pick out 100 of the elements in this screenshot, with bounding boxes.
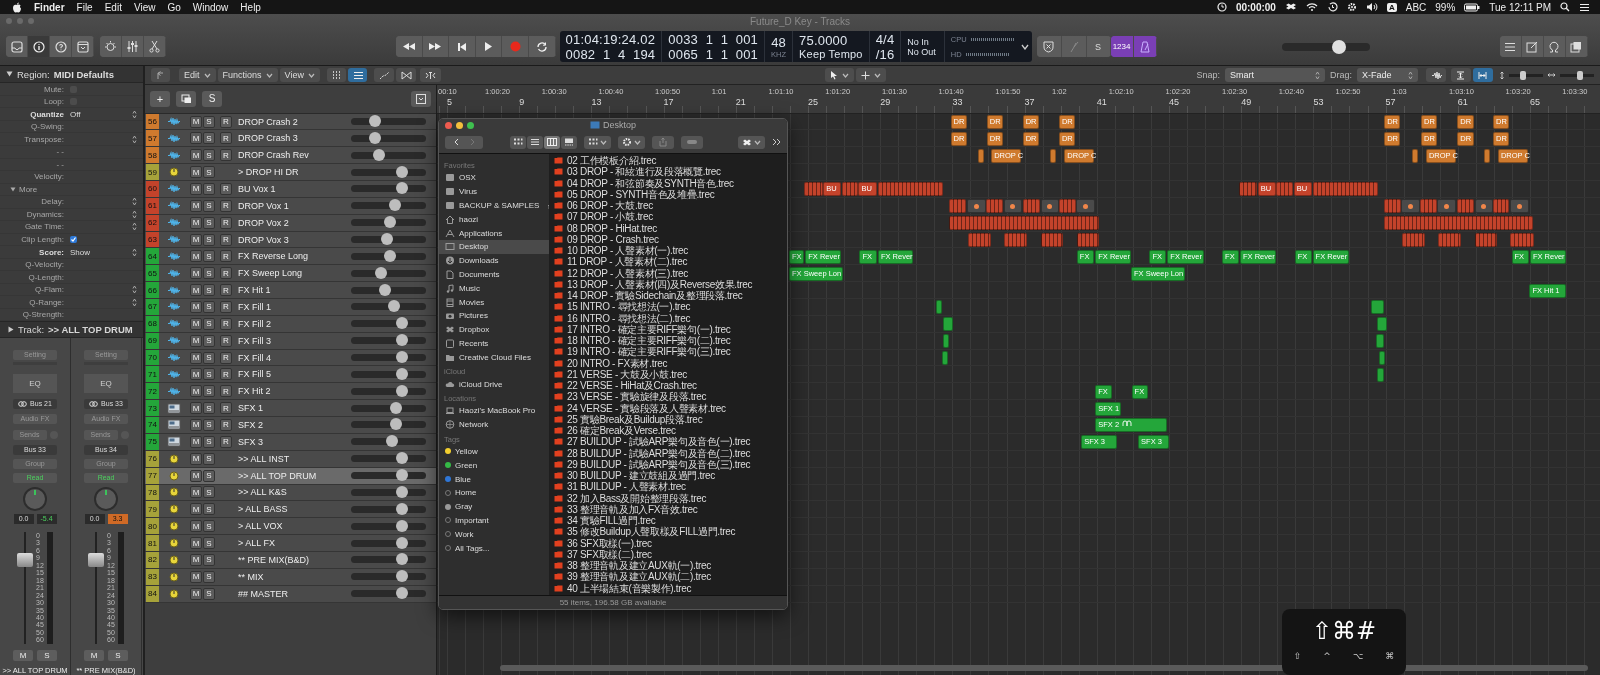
track-header[interactable]: 58 M S R DROP Crash Rev [145,147,436,165]
mute-button[interactable]: M [190,233,202,246]
mute-button[interactable]: M [190,587,202,600]
clock-text[interactable]: Tue 12:11 PM [1489,1,1551,13]
solo-button[interactable]: S [203,553,215,566]
file-row[interactable]: 23 VERSE - 實驗旋律及段落.trec [549,391,787,403]
sidebar-item[interactable]: Recents [439,336,549,351]
sidebar-item[interactable]: Haozi's MacBook Pro [439,403,549,418]
file-row[interactable]: 13 DROP - 人聲素材(四)及Reverse效果.trec [549,278,787,290]
solo-button[interactable]: S [203,385,215,398]
input-label[interactable]: No In [907,36,938,47]
sidebar-item[interactable]: Downloads [439,253,549,268]
file-row[interactable]: 28 BUILDUP - 試驗ARP樂句及音色(二).trec [549,447,787,459]
solo-button[interactable]: S [203,300,215,313]
file-row[interactable]: 12 DROP - 人聲素材(三).trec [549,267,787,279]
mute-button[interactable]: M [190,250,202,263]
file-row[interactable]: 14 DROP - 實驗Sidechain及整理段落.trec [549,290,787,302]
solo-button[interactable]: S [203,115,215,128]
tempo-value[interactable]: 75.0000 [799,33,863,48]
sidebar-item[interactable]: Pictures [439,308,549,323]
mute-button[interactable]: M [84,649,104,661]
file-row[interactable]: 35 修改Buildup人聲取樣及FILL過門.trec [549,526,787,538]
file-row[interactable]: 40 上半場結束(音樂製作).trec [549,582,787,594]
count-in-button[interactable]: 1234 [1110,36,1134,57]
mute-button[interactable]: M [190,503,202,516]
param-value[interactable]: Show [70,247,132,257]
mute-button[interactable]: M [190,182,202,195]
mute-button[interactable]: M [190,149,202,162]
solo-button[interactable]: S [37,649,57,661]
track-header[interactable]: 64 M S R FX Reverse Long [145,248,436,266]
drag-select[interactable]: X-Fade [1357,68,1418,82]
mute-button[interactable]: M [190,553,202,566]
solo-button[interactable]: S [203,233,215,246]
record-enable-button[interactable]: R [220,334,232,347]
mute-button[interactable]: M [190,452,202,465]
solo-button[interactable]: S [203,334,215,347]
mute-button[interactable]: M [190,334,202,347]
menu-item[interactable]: Help [240,1,261,13]
mute-button[interactable]: M [190,368,202,381]
solo-button[interactable]: S [203,182,215,195]
file-row[interactable]: 36 SFX取樣(一).trec [549,537,787,549]
solo-button[interactable]: S [203,351,215,364]
track-header[interactable]: 81 M S > ALL FX [145,535,436,552]
file-row[interactable]: 32 加入Bass及開始整理段落.trec [549,492,787,504]
tempo-mode[interactable]: Keep Tempo [799,48,863,60]
sidebar-item[interactable]: Blue [439,472,549,486]
file-row[interactable]: 07 DROP - 小鼓.trec [549,211,787,223]
locator-end[interactable]: 0065 1 1 001 [668,46,759,62]
file-row[interactable]: 19 INTRO - 確定主要RIFF樂句(三).trec [549,346,787,358]
solo-button[interactable]: S [203,419,215,431]
mute-button[interactable]: M [13,649,33,661]
file-row[interactable]: 04 DROP - 和弦節奏及SYNTH音色.trec [549,177,787,189]
sidebar-item[interactable]: Green [439,458,549,473]
solo-button[interactable]: S [203,520,215,533]
file-row[interactable]: 20 INTRO - FX素材.trec [549,357,787,369]
file-row[interactable]: 25 實驗Break及Buildup段落.trec [549,413,787,425]
record-enable-button[interactable]: R [220,115,232,128]
sidebar-item[interactable]: Dropbox [439,322,549,337]
mute-button[interactable]: M [190,570,202,583]
mute-button[interactable]: M [190,267,202,280]
solo-button[interactable]: S [203,587,215,600]
add-track-button[interactable]: + [150,90,170,107]
record-enable-button[interactable]: R [220,199,232,212]
menu-item[interactable]: Go [167,1,181,13]
record-enable-button[interactable]: R [220,300,232,313]
sidebar-item[interactable]: Movies [439,295,549,309]
track-header[interactable]: 79 M S > ALL BASS [145,501,436,519]
menu-app-name[interactable]: Finder [34,1,65,13]
sidebar-item[interactable]: Documents [439,267,549,282]
record-enable-button[interactable]: R [220,267,232,280]
track-header[interactable]: 72 M S R FX Hit 2 [145,383,436,401]
file-row[interactable]: 03 DROP - 和絃進行及段落概覽.trec [549,166,787,178]
sidebar-item[interactable]: Gray [439,499,549,514]
menu-button[interactable]: View [279,68,320,82]
mute-button[interactable]: M [190,385,202,398]
record-enable-button[interactable]: R [220,317,232,330]
file-row[interactable]: 16 INTRO - 尋找想法(二).trec [549,312,787,324]
sidebar-item[interactable]: Desktop [439,240,549,254]
file-row[interactable]: 30 BUILDUP - 建立鼓組及過門.trec [549,470,787,482]
track-header[interactable]: 59 M S > DROP HI DR [145,164,436,182]
record-enable-button[interactable]: R [220,351,232,364]
sidebar-item[interactable]: Important [439,513,549,528]
record-enable-button[interactable]: R [220,419,232,431]
menu-item[interactable]: Edit [104,1,122,13]
file-row[interactable]: 06 DROP - 大鼓.trec [549,200,787,212]
record-enable-button[interactable]: R [220,435,232,448]
solo-button[interactable]: S [108,649,128,661]
snap-select[interactable]: Smart [1225,68,1325,82]
record-enable-button[interactable]: R [220,284,232,297]
file-row[interactable]: 38 整理音軌及建立AUX軌(一).trec [549,560,787,572]
sidebar-item[interactable]: Virus [439,184,549,199]
eq-display[interactable]: EQ [84,373,128,393]
track-header[interactable]: 80 M S > ALL VOX [145,518,436,536]
track-header[interactable]: 60 M S R BU Vox 1 [145,181,436,198]
solo-button[interactable]: S [203,486,215,499]
file-row[interactable]: 39 整理音軌及建立AUX軌(二).trec [549,571,787,583]
file-row[interactable]: 15 INTRO - 尋找想法(一).trec [549,301,787,313]
sidebar-item[interactable]: Music [439,281,549,296]
mute-button[interactable]: M [190,435,202,448]
sidebar-item[interactable]: Creative Cloud Files [439,350,549,365]
